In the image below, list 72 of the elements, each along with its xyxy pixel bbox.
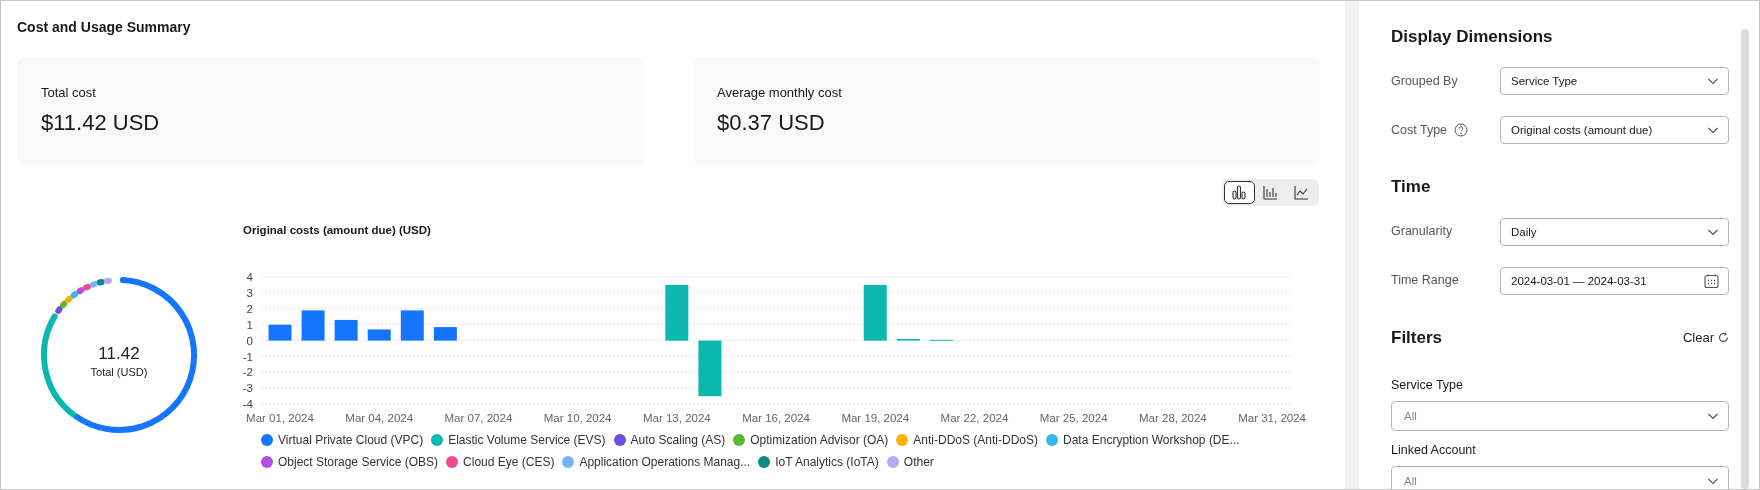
axis-label: Mar 10, 2024 [543, 412, 612, 425]
field-label: Cost Type [1391, 122, 1448, 139]
legend-label[interactable]: Elastic Volume Service (EVS) [448, 431, 606, 450]
chart-title: Original costs (amount due) (USD) [243, 222, 432, 238]
refresh-icon [1718, 332, 1729, 344]
donut-total: 11.42 [98, 343, 140, 363]
axis-label: Mar 25, 2024 [1039, 412, 1108, 425]
section-heading: Display Dimensions [1391, 27, 1553, 48]
legend-label[interactable]: Application Operations Manag... [579, 453, 751, 472]
clear-link[interactable]: Clear [1682, 328, 1729, 348]
field-label: Time Range [1391, 272, 1459, 290]
scrollbar[interactable] [1741, 29, 1749, 489]
calendar-icon [1704, 273, 1719, 289]
axis-label: Mar 16, 2024 [742, 412, 810, 425]
bar [665, 285, 689, 341]
field-label: Granularity [1391, 223, 1453, 241]
axis-label: Mar 22, 2024 [940, 412, 1009, 425]
axis-label: Mar 04, 2024 [345, 412, 414, 425]
bar [367, 329, 391, 341]
legend-label[interactable]: Auto Scaling (AS) [630, 431, 726, 450]
card-label: Total cost [41, 83, 97, 102]
axis-label: Mar 19, 2024 [841, 412, 910, 425]
section-heading: Time [1391, 177, 1431, 198]
legend-label[interactable]: Other [903, 453, 934, 472]
dropdown[interactable]: All [1391, 465, 1729, 489]
grouped-chart-icon [1232, 184, 1247, 200]
chart-type-button[interactable] [1224, 180, 1255, 204]
card-value: $11.42 USD [41, 109, 161, 138]
bar [400, 310, 424, 341]
field-label: Service Type [1391, 377, 1464, 395]
axis-label: Mar 31, 2024 [1238, 412, 1306, 425]
axis-label: Mar 07, 2024 [444, 412, 513, 425]
field-label: Grouped By [1391, 73, 1458, 90]
card-label: Average monthly cost [717, 83, 843, 102]
page-title: Cost and Usage Summary [17, 18, 192, 36]
legend-label[interactable]: Object Storage Service (OBS) [278, 453, 439, 472]
date-range-field[interactable]: 2024-03-01 — 2024-03-31 [1500, 266, 1729, 295]
axis-label: 3 [246, 286, 253, 299]
help-icon[interactable] [1453, 123, 1468, 138]
axis-label: 1 [246, 318, 253, 331]
axis-label: Mar 13, 2024 [642, 412, 711, 425]
dropdown[interactable]: Daily [1500, 217, 1729, 246]
field-label: Linked Account [1391, 441, 1476, 459]
bar-chart-icon [1263, 184, 1278, 200]
legend-label[interactable]: Data Encryption Workshop (DE... [1063, 431, 1240, 450]
axis-label: -2 [242, 366, 253, 379]
donut-caption: Total (USD) [90, 365, 148, 378]
axis-label: -4 [242, 398, 253, 411]
legend-label[interactable]: IoT Analytics (IoTA) [775, 453, 879, 472]
axis-label: 2 [246, 302, 253, 315]
legend-label[interactable]: Virtual Private Cloud (VPC) [278, 431, 424, 450]
axis-label: Mar 01, 2024 [246, 412, 314, 425]
section-heading: Filters [1391, 327, 1443, 349]
card-value: $0.37 USD [717, 109, 826, 138]
bar [334, 320, 358, 341]
bar [301, 310, 325, 341]
bar [698, 340, 722, 397]
axis-label: Mar 28, 2024 [1139, 412, 1207, 425]
legend-label[interactable]: Optimization Advisor (OA) [750, 431, 889, 450]
legend-label[interactable]: Anti-DDoS (Anti-DDoS) [913, 431, 1039, 450]
dropdown[interactable]: Original costs (amount due) [1500, 116, 1729, 145]
dropdown[interactable]: All [1391, 400, 1729, 431]
bar [863, 285, 887, 341]
axis-label: -1 [242, 350, 253, 363]
axis-label: -3 [242, 382, 253, 395]
dropdown[interactable]: Service Type [1500, 67, 1729, 96]
axis-label: 4 [246, 271, 253, 284]
line-chart-icon [1294, 184, 1309, 200]
axis-label: 0 [246, 334, 253, 347]
legend-label[interactable]: Cloud Eye (CES) [463, 453, 555, 472]
bar [268, 324, 292, 341]
bar [433, 327, 457, 341]
